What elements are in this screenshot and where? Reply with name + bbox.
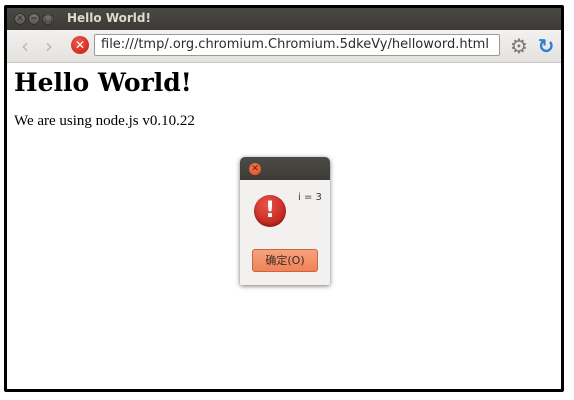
title-bar[interactable]: ✕ − □ Hello World!: [7, 8, 561, 30]
page-content: Hello World! We are using node.js v0.10.…: [7, 63, 561, 389]
forward-icon[interactable]: ›: [39, 36, 59, 56]
page-heading: Hello World!: [14, 68, 192, 97]
close-window-icon[interactable]: ✕: [14, 13, 26, 25]
error-icon: !: [254, 195, 286, 227]
dialog-message: i = 3: [298, 192, 322, 203]
page-text: We are using node.js v0.10.22: [14, 113, 195, 129]
ok-button[interactable]: 确定(O): [252, 249, 318, 272]
browser-toolbar: ‹ › ✕ file:///tmp/.org.chromium.Chromium…: [7, 30, 561, 63]
dialog-title-bar[interactable]: ✕: [240, 157, 330, 180]
maximize-window-icon[interactable]: □: [42, 13, 54, 25]
address-bar[interactable]: file:///tmp/.org.chromium.Chromium.5dkeV…: [94, 34, 500, 56]
dialog-close-icon[interactable]: ✕: [249, 163, 261, 175]
reload-icon[interactable]: ↻: [535, 34, 557, 58]
minimize-window-icon[interactable]: −: [28, 13, 40, 25]
browser-window: ✕ − □ Hello World! ‹ › ✕ file:///tmp/.or…: [7, 8, 561, 389]
gear-icon[interactable]: ⚙: [507, 34, 531, 58]
alert-dialog: ✕ ! i = 3 确定(O): [240, 157, 330, 285]
back-icon[interactable]: ‹: [15, 36, 35, 56]
window-title: Hello World!: [67, 11, 151, 25]
stop-icon[interactable]: ✕: [71, 36, 89, 54]
